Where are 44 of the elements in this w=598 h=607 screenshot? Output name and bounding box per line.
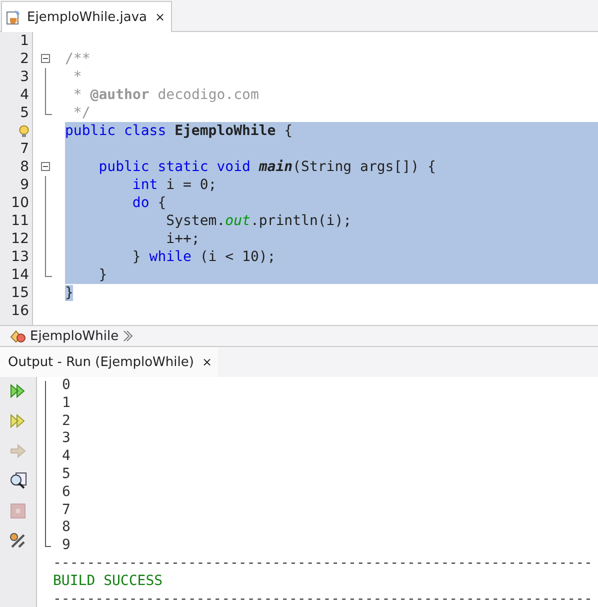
line-number: 8 — [20, 158, 29, 176]
line-number: 3 — [20, 68, 29, 86]
chevron-icon[interactable] — [122, 330, 133, 342]
line-number: 7 — [20, 140, 29, 158]
output-line: 7 — [61, 502, 70, 520]
line-number: 12 — [11, 230, 29, 248]
editor-tab[interactable]: EjemploWhile.java × — [1, 1, 172, 32]
code-line: */ — [72, 104, 92, 122]
output-line: 2 — [61, 412, 70, 430]
line-number: 5 — [20, 104, 29, 122]
close-icon[interactable]: × — [152, 10, 166, 24]
output-line: 9 — [61, 537, 70, 555]
output-line: 3 — [61, 430, 70, 448]
separator-line: ---------------------------------------------------------------- — [52, 554, 594, 573]
output-line: 1 — [61, 394, 70, 413]
output-line: 8 — [61, 519, 70, 538]
line-number: 14 — [11, 266, 29, 284]
line-number: 10 — [11, 194, 29, 212]
output-line: 0 — [61, 377, 70, 395]
breadcrumb-item[interactable]: EjemploWhile — [30, 328, 119, 344]
line-number: 13 — [11, 248, 29, 266]
output-line: 6 — [61, 484, 70, 502]
output-tab[interactable]: Output - Run (EjemploWhile) × — [0, 347, 218, 377]
build-status: BUILD SUCCESS — [52, 572, 164, 591]
inspect-icon[interactable] — [8, 471, 28, 491]
output-line: 4 — [61, 448, 70, 466]
class-icon — [10, 329, 26, 343]
java-file-icon — [6, 9, 22, 25]
close-icon[interactable]: × — [198, 355, 212, 369]
line-number: 9 — [20, 176, 29, 194]
line-number: 11 — [11, 212, 29, 230]
fold-toggle[interactable] — [41, 54, 50, 63]
separator-line: ---------------------------------------------------------------- — [52, 590, 594, 607]
line-number: 2 — [20, 50, 29, 68]
output-line: 5 — [61, 466, 70, 484]
line-number: 15 — [11, 284, 29, 302]
code-line: * — [72, 68, 83, 86]
line-number: 16 — [11, 302, 29, 320]
line-number: 1 — [20, 32, 29, 50]
code-line: /** — [65, 50, 92, 68]
fold-toggle[interactable] — [41, 162, 50, 171]
code-line: * @author decodigo.com — [72, 86, 260, 104]
lightbulb-icon[interactable] — [19, 124, 29, 138]
line-number: 4 — [20, 86, 29, 104]
